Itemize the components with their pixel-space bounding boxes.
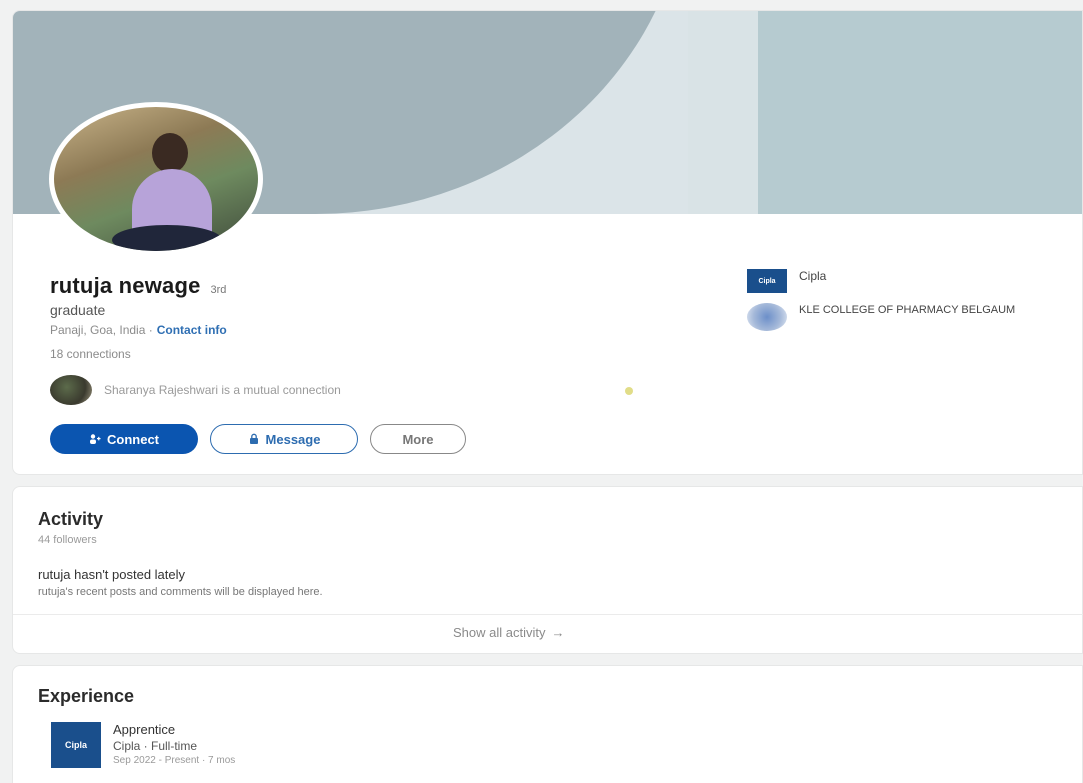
contact-info-link[interactable]: Contact info <box>157 323 227 337</box>
connect-button[interactable]: Connect <box>50 424 198 454</box>
profile-photo[interactable] <box>49 102 263 256</box>
current-company-name: Cipla <box>799 269 827 283</box>
profile-name: rutuja newage <box>50 273 201 298</box>
profile-headline: graduate <box>50 302 106 318</box>
education-school[interactable]: KLE COLLEGE OF PHARMACY BELGAUM <box>747 303 1029 331</box>
message-button[interactable]: Message <box>210 424 358 454</box>
connection-degree: 3rd <box>210 284 227 296</box>
mutual-connection-text: Sharanya Rajeshwari is a mutual connecti… <box>104 383 341 397</box>
photo-head <box>152 133 188 173</box>
profile-location: Panaji, Goa, India · <box>50 323 153 337</box>
college-logo <box>747 303 787 331</box>
activity-section: Activity 44 followers rutuja hasn't post… <box>12 486 1083 654</box>
experience-role: Apprentice <box>113 722 176 737</box>
profile-side-list: Cipla Cipla KLE COLLEGE OF PHARMACY BELG… <box>747 269 1029 341</box>
cover-right-panel <box>758 11 1082 214</box>
no-posts-heading: rutuja hasn't posted lately <box>38 567 186 582</box>
experience-dates: Sep 2022 - Present · 7 mos <box>113 755 236 766</box>
experience-item[interactable]: Cipla Apprentice Cipla · Full-time Sep 2… <box>51 722 235 768</box>
profile-page: rutuja newage 3rd graduate Panaji, Goa, … <box>0 0 1083 783</box>
profile-card: rutuja newage 3rd graduate Panaji, Goa, … <box>12 10 1083 475</box>
current-company[interactable]: Cipla Cipla <box>747 269 1029 293</box>
more-button[interactable]: More <box>370 424 466 454</box>
decorative-dot <box>625 387 633 395</box>
experience-company: Cipla · Full-time <box>113 739 198 753</box>
name-row: rutuja newage 3rd <box>50 273 226 299</box>
lock-icon <box>249 433 258 444</box>
profile-actions: Connect Message More <box>50 424 466 454</box>
location-row: Panaji, Goa, India · Contact info <box>50 323 227 337</box>
message-label: Message <box>265 431 321 447</box>
cipla-logo: Cipla <box>747 269 787 293</box>
add-person-icon <box>90 434 101 444</box>
mutual-avatar <box>50 375 92 405</box>
photo-legs <box>112 225 222 251</box>
cover-strip <box>688 11 758 214</box>
show-all-activity-label: Show all activity <box>453 625 546 640</box>
connect-label: Connect <box>107 431 159 447</box>
show-all-activity-link[interactable]: Show all activity → <box>453 625 564 640</box>
experience-section: Experience Cipla Apprentice Cipla · Full… <box>12 665 1083 783</box>
arrow-right-icon: → <box>551 625 565 640</box>
activity-divider <box>13 614 1083 615</box>
connections-count[interactable]: 18 connections <box>50 347 131 361</box>
followers-count: 44 followers <box>38 534 97 546</box>
more-label: More <box>402 431 434 447</box>
education-school-name: KLE COLLEGE OF PHARMACY BELGAUM <box>799 304 1016 316</box>
mutual-connection-row[interactable]: Sharanya Rajeshwari is a mutual connecti… <box>50 375 341 405</box>
experience-title: Experience <box>38 686 135 706</box>
no-posts-description: rutuja's recent posts and comments will … <box>38 586 323 598</box>
activity-title: Activity <box>38 509 104 529</box>
experience-details: Apprentice Cipla · Full-time Sep 2022 - … <box>113 722 235 768</box>
experience-company-logo: Cipla <box>51 722 101 768</box>
